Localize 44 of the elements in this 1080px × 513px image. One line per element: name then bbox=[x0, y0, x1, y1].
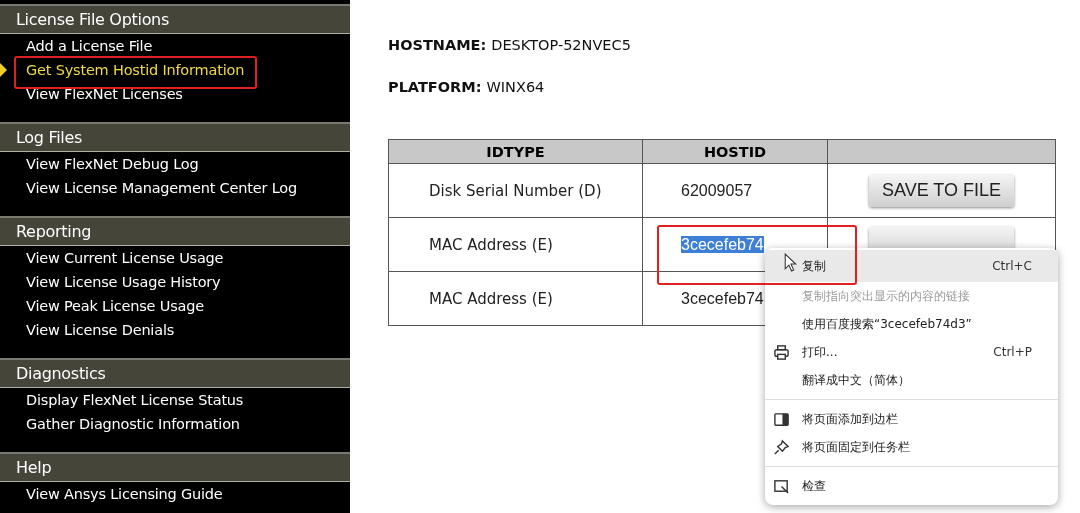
sidebar-link[interactable]: View Ansys Licensing Guide bbox=[26, 486, 223, 502]
sidebar-link[interactable]: Add a License File bbox=[26, 38, 153, 54]
column-header: IDTYPE bbox=[388, 139, 643, 164]
menu-item[interactable]: 将页面添加到边栏 bbox=[765, 405, 1058, 433]
sidebar-link[interactable]: View License Usage History bbox=[26, 274, 221, 290]
save-button[interactable]: SAVE TO FILE bbox=[869, 174, 1014, 207]
section-header: Diagnostics bbox=[0, 358, 350, 388]
menu-item[interactable]: 复制 Ctrl+C bbox=[765, 250, 1058, 282]
hostid-text: 3cecefeb74 bbox=[681, 235, 764, 253]
section-header: Help bbox=[0, 452, 350, 482]
sidebar-link[interactable]: Get System Hostid Information bbox=[26, 62, 245, 78]
section-header: License File Options bbox=[0, 4, 350, 34]
hostid-text: 62009057 bbox=[681, 181, 753, 199]
section-header: Reporting bbox=[0, 216, 350, 246]
menu-item[interactable]: 打印... Ctrl+P bbox=[765, 338, 1058, 366]
sidebar-panel-icon bbox=[773, 410, 790, 428]
field-value: WINX64 bbox=[486, 79, 545, 95]
table-cell: Disk Serial Number (D) bbox=[388, 163, 643, 218]
sidebar-link[interactable]: View FlexNet Debug Log bbox=[26, 156, 199, 172]
menu-item[interactable]: 检查 bbox=[765, 472, 1058, 500]
inspect-icon bbox=[773, 477, 790, 495]
sidebar-link[interactable]: View License Denials bbox=[26, 322, 175, 338]
pin-icon bbox=[773, 438, 790, 456]
menu-item[interactable]: 将页面固定到任务栏 bbox=[765, 433, 1058, 461]
sidebar-link[interactable]: Display FlexNet License Status bbox=[26, 392, 244, 408]
column-header: HOSTID bbox=[642, 139, 828, 164]
sidebar-link[interactable]: View Current License Usage bbox=[26, 250, 224, 266]
menu-item[interactable]: 使用百度搜索“3cecefeb74d3” bbox=[765, 310, 1058, 338]
section-header: Log Files bbox=[0, 122, 350, 152]
hostid-text: 3cecefeb74 bbox=[681, 289, 764, 307]
sidebar-link[interactable]: View License Management Center Log bbox=[26, 180, 297, 196]
sidebar-link[interactable]: View FlexNet Licenses bbox=[26, 86, 183, 102]
printer-icon bbox=[773, 343, 790, 361]
menu-item[interactable]: 翻译成中文（简体） bbox=[765, 366, 1058, 394]
sidebar-link[interactable]: View Peak License Usage bbox=[26, 298, 204, 314]
mouse-cursor-icon bbox=[784, 253, 797, 272]
field-label: HOSTNAME: bbox=[388, 37, 487, 53]
sidebar-link[interactable]: Gather Diagnostic Information bbox=[26, 416, 240, 432]
field-label: PLATFORM: bbox=[388, 79, 482, 95]
table-cell: MAC Address (E) bbox=[388, 217, 643, 272]
field-value: DESKTOP-52NVEC5 bbox=[491, 37, 631, 53]
shortcut-text: Ctrl+P bbox=[993, 345, 1032, 359]
table-cell: MAC Address (E) bbox=[388, 271, 643, 326]
shortcut-text: Ctrl+C bbox=[992, 259, 1032, 273]
